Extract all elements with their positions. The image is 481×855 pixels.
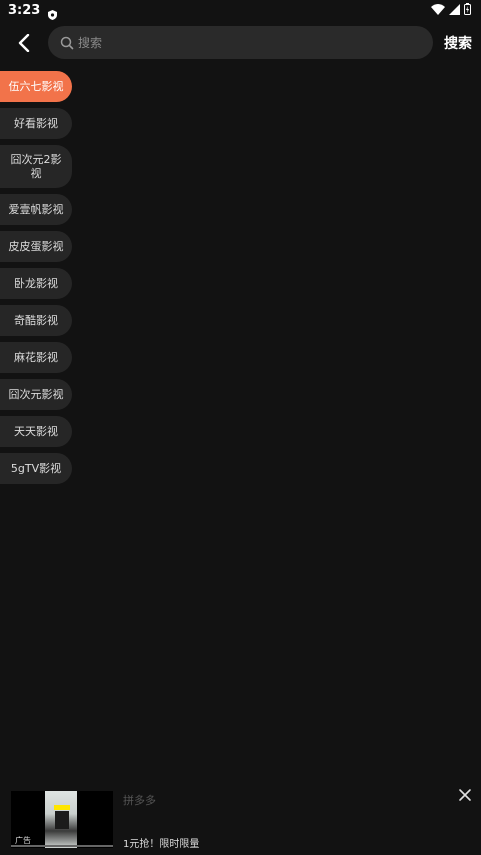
source-item[interactable]: 好看影视	[0, 108, 72, 139]
status-time: 3:23	[8, 2, 41, 18]
source-item-label: 囧次元影视	[8, 387, 64, 401]
shield-icon	[48, 5, 58, 20]
source-item-label: 皮皮蛋影视	[8, 239, 64, 253]
source-item[interactable]: 麻花影视	[0, 342, 72, 373]
source-item-active[interactable]: 伍六七影视	[0, 71, 72, 102]
source-item[interactable]: 囧次元影视	[0, 379, 72, 410]
source-item-label: 囧次元2影视	[10, 152, 62, 180]
cell-signal-icon	[449, 3, 460, 15]
search-button[interactable]: 搜索	[444, 33, 472, 53]
source-item-label: 好看影视	[14, 116, 58, 130]
close-icon[interactable]	[458, 788, 472, 802]
ad-image[interactable]: 广告	[11, 791, 113, 848]
source-item-label: 爱壹帆影视	[8, 202, 64, 216]
header: 搜索	[0, 26, 481, 60]
source-item[interactable]: 囧次元2影视	[0, 145, 72, 188]
ad-description: 1元抢！限时限量	[123, 839, 200, 850]
source-list: 伍六七影视 好看影视 囧次元2影视 爱壹帆影视 皮皮蛋影视 卧龙影视 奇酷影视 …	[0, 71, 72, 490]
source-item-label: 奇酷影视	[14, 313, 58, 327]
source-item[interactable]: 爱壹帆影视	[0, 194, 72, 225]
source-item[interactable]: 奇酷影视	[0, 305, 72, 336]
wifi-icon	[431, 3, 445, 15]
ad-title: 拼多多	[123, 794, 156, 807]
source-item[interactable]: 天天影视	[0, 416, 72, 447]
source-item-label: 麻花影视	[14, 350, 58, 364]
ad-product-photo	[45, 791, 77, 848]
ad-banner[interactable]: 广告 拼多多 1元抢！限时限量	[0, 780, 481, 855]
source-item-label: 伍六七影视	[8, 79, 64, 93]
chevron-left-icon	[18, 34, 30, 52]
source-item[interactable]: 卧龙影视	[0, 268, 72, 299]
search-box[interactable]	[48, 26, 433, 59]
source-item[interactable]: 5gTV影视	[0, 453, 72, 484]
ad-progress-line	[11, 845, 113, 847]
status-bar: 3:23	[0, 0, 481, 20]
search-input[interactable]	[78, 35, 398, 50]
source-item[interactable]: 皮皮蛋影视	[0, 231, 72, 262]
source-item-label: 天天影视	[14, 424, 58, 438]
source-item-label: 5gTV影视	[10, 461, 62, 475]
source-item-label: 卧龙影视	[14, 276, 58, 290]
back-button[interactable]	[12, 30, 36, 56]
battery-icon	[464, 3, 471, 15]
search-icon	[60, 36, 74, 49]
